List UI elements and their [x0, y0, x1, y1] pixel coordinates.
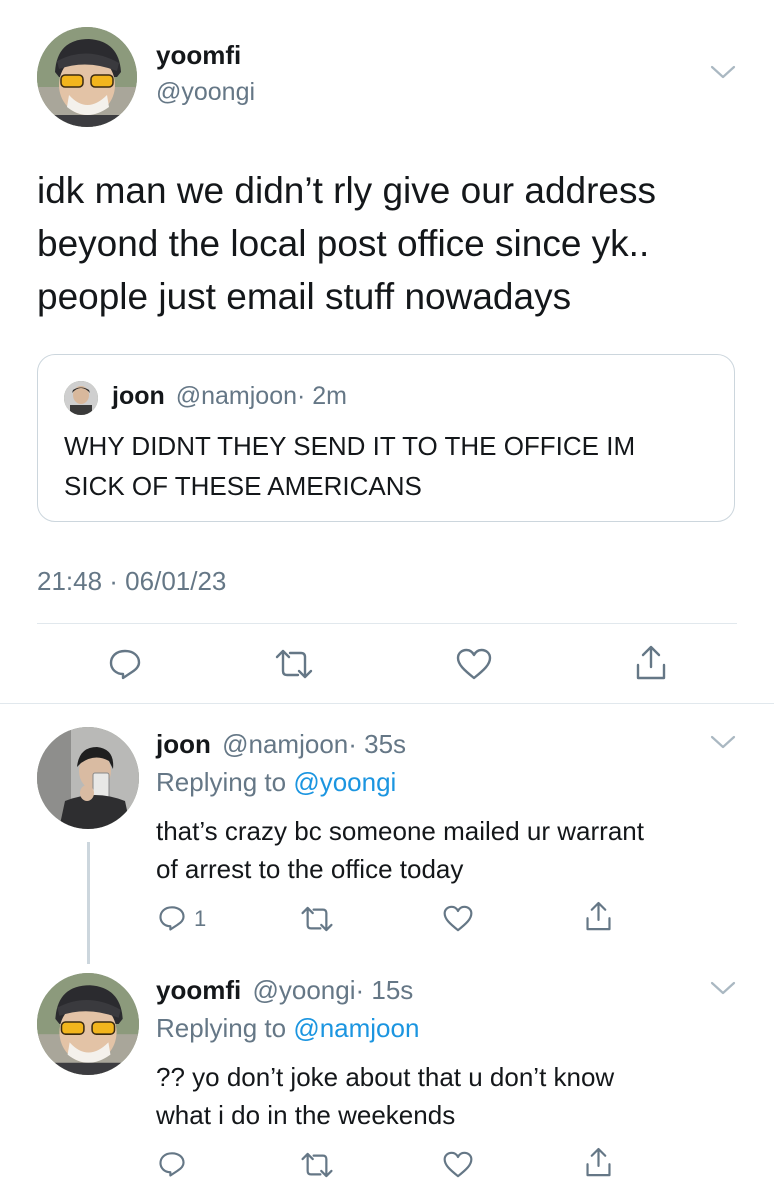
reply-icon[interactable] — [158, 904, 186, 932]
quoted-tweet-card[interactable]: joon @namjoon· 2m WHY DIDNT THEY SEND IT… — [37, 354, 735, 522]
tweet-text-line: people just email stuff nowadays — [37, 276, 572, 317]
reply-author-handle[interactable]: @yoongi — [252, 975, 355, 1005]
retweet-icon[interactable] — [300, 1152, 334, 1178]
avatar-yoomfi[interactable] — [37, 973, 139, 1075]
reply-text-line: that’s crazy bc someone mailed ur warran… — [156, 816, 644, 846]
quoted-time: · 2m — [297, 382, 347, 410]
retweet-icon[interactable] — [300, 906, 334, 932]
share-icon[interactable] — [585, 901, 612, 932]
replying-to: Replying to @namjoon — [156, 1013, 419, 1044]
chevron-down-icon[interactable] — [710, 980, 736, 996]
reply-header: joon @namjoon· 35s — [156, 729, 406, 760]
reply-text: that’s crazy bc someone mailed ur warran… — [156, 812, 644, 888]
tweet-text-line: idk man we didn’t rly give our address — [37, 170, 657, 211]
divider — [0, 703, 774, 704]
replying-to-link[interactable]: @namjoon — [293, 1013, 419, 1043]
share-icon[interactable] — [635, 645, 667, 681]
replying-to-link[interactable]: @yoongi — [293, 767, 396, 797]
reply-time: · 15s — [355, 975, 414, 1005]
reply-author-handle[interactable]: @namjoon — [222, 729, 348, 759]
reply-icon[interactable] — [108, 647, 142, 681]
reply-author-name[interactable]: yoomfi — [156, 975, 241, 1005]
reply-icon[interactable] — [158, 1150, 186, 1178]
tweet-text: idk man we didn’t rly give our address b… — [37, 164, 656, 323]
divider — [37, 623, 737, 624]
tweet-timestamp[interactable]: 21:48 · 06/01/23 — [37, 566, 226, 597]
reply-text: ?? yo don’t joke about that u don’t know… — [156, 1058, 614, 1134]
thread-line — [87, 842, 90, 964]
avatar-joon-small — [64, 381, 98, 415]
share-icon[interactable] — [585, 1147, 612, 1178]
reply-time: · 35s — [348, 729, 407, 759]
tweet-text-line: beyond the local post office since yk.. — [37, 223, 650, 264]
replying-to: Replying to @yoongi — [156, 767, 396, 798]
author-handle[interactable]: @yoongi — [156, 78, 255, 107]
reply-count: 1 — [194, 906, 207, 931]
reply-header: yoomfi @yoongi· 15s — [156, 975, 413, 1006]
quoted-text-line: WHY DIDNT THEY SEND IT TO THE OFFICE IM — [64, 431, 636, 461]
avatar-joon[interactable] — [37, 727, 139, 829]
chevron-down-icon[interactable] — [710, 64, 736, 80]
replying-to-prefix: Replying to — [156, 1013, 287, 1043]
avatar-yoomfi[interactable] — [37, 27, 137, 127]
quoted-author-handle: @namjoon — [175, 382, 297, 410]
retweet-icon[interactable] — [274, 649, 314, 679]
reply-author-name[interactable]: joon — [156, 729, 211, 759]
quoted-header: joon @namjoon· 2m — [112, 382, 347, 411]
like-icon[interactable] — [443, 1151, 473, 1178]
reply-text-line: of arrest to the office today — [156, 854, 464, 884]
quoted-text: WHY DIDNT THEY SEND IT TO THE OFFICE IM … — [64, 426, 635, 506]
chevron-down-icon[interactable] — [710, 734, 736, 750]
like-icon[interactable] — [456, 648, 492, 680]
reply-text-line: what i do in the weekends — [156, 1100, 456, 1130]
quoted-author-name: joon — [112, 382, 165, 410]
reply-text-line: ?? yo don’t joke about that u don’t know — [156, 1062, 615, 1092]
like-icon[interactable] — [443, 905, 473, 932]
replying-to-prefix: Replying to — [156, 767, 287, 797]
quoted-text-line: SICK OF THESE AMERICANS — [64, 471, 422, 501]
author-name[interactable]: yoomfi — [156, 40, 241, 71]
